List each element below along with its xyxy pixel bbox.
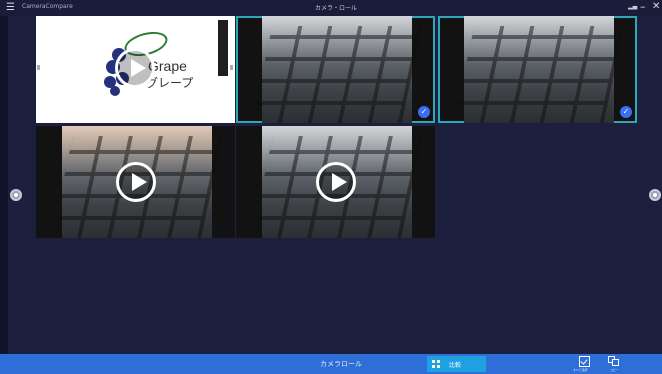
title-bar: ☰ CameraCompare カメラ・ロール ▂▄ – ✕: [0, 0, 662, 16]
hamburger-icon[interactable]: ☰: [6, 2, 15, 14]
compare-label: 比較: [449, 362, 462, 369]
copy-caption: コピー: [610, 368, 620, 372]
keyboard-photo: [251, 16, 423, 123]
gallery-tile-logo-video[interactable]: Grape グレープ: [36, 16, 235, 123]
checkmark-icon: ✓: [418, 106, 430, 118]
window-title: カメラ・ロール: [315, 5, 358, 12]
play-button[interactable]: [316, 162, 356, 202]
left-edge: [0, 16, 8, 354]
bottom-app-bar: カメラロール 比較 すべて選択 コピー: [0, 354, 662, 374]
gallery-tile-photo-1[interactable]: ✓: [236, 16, 435, 123]
scroll-right-button[interactable]: [649, 189, 661, 201]
copy-icon[interactable]: [608, 356, 620, 367]
gallery-area: Grape グレープ ✓ ✓: [8, 16, 662, 354]
signal-icon: ▂▄: [628, 3, 638, 10]
select-all-icon[interactable]: [579, 356, 590, 367]
gallery-tile-photo-2[interactable]: ✓: [438, 16, 637, 123]
pen-toolbar-graphic: [218, 20, 228, 76]
scroll-left-button[interactable]: [10, 189, 22, 201]
tile-edge-marker: [230, 65, 233, 70]
keyboard-photo: [453, 16, 625, 123]
close-button[interactable]: ✕: [652, 1, 660, 12]
play-button[interactable]: [115, 48, 155, 88]
grid-icon: [432, 360, 440, 368]
select-all-caption: すべて選択: [573, 368, 588, 372]
app-title: CameraCompare: [22, 3, 73, 10]
gallery-tile-video-3[interactable]: [236, 126, 435, 238]
tile-edge-marker: [37, 65, 40, 70]
play-button[interactable]: [116, 162, 156, 202]
minimize-button[interactable]: –: [640, 0, 646, 13]
camera-roll-tab[interactable]: カメラロール: [320, 359, 362, 369]
gallery-tile-video-2[interactable]: [36, 126, 235, 238]
compare-button[interactable]: 比較: [427, 356, 486, 372]
checkmark-icon: ✓: [620, 106, 632, 118]
